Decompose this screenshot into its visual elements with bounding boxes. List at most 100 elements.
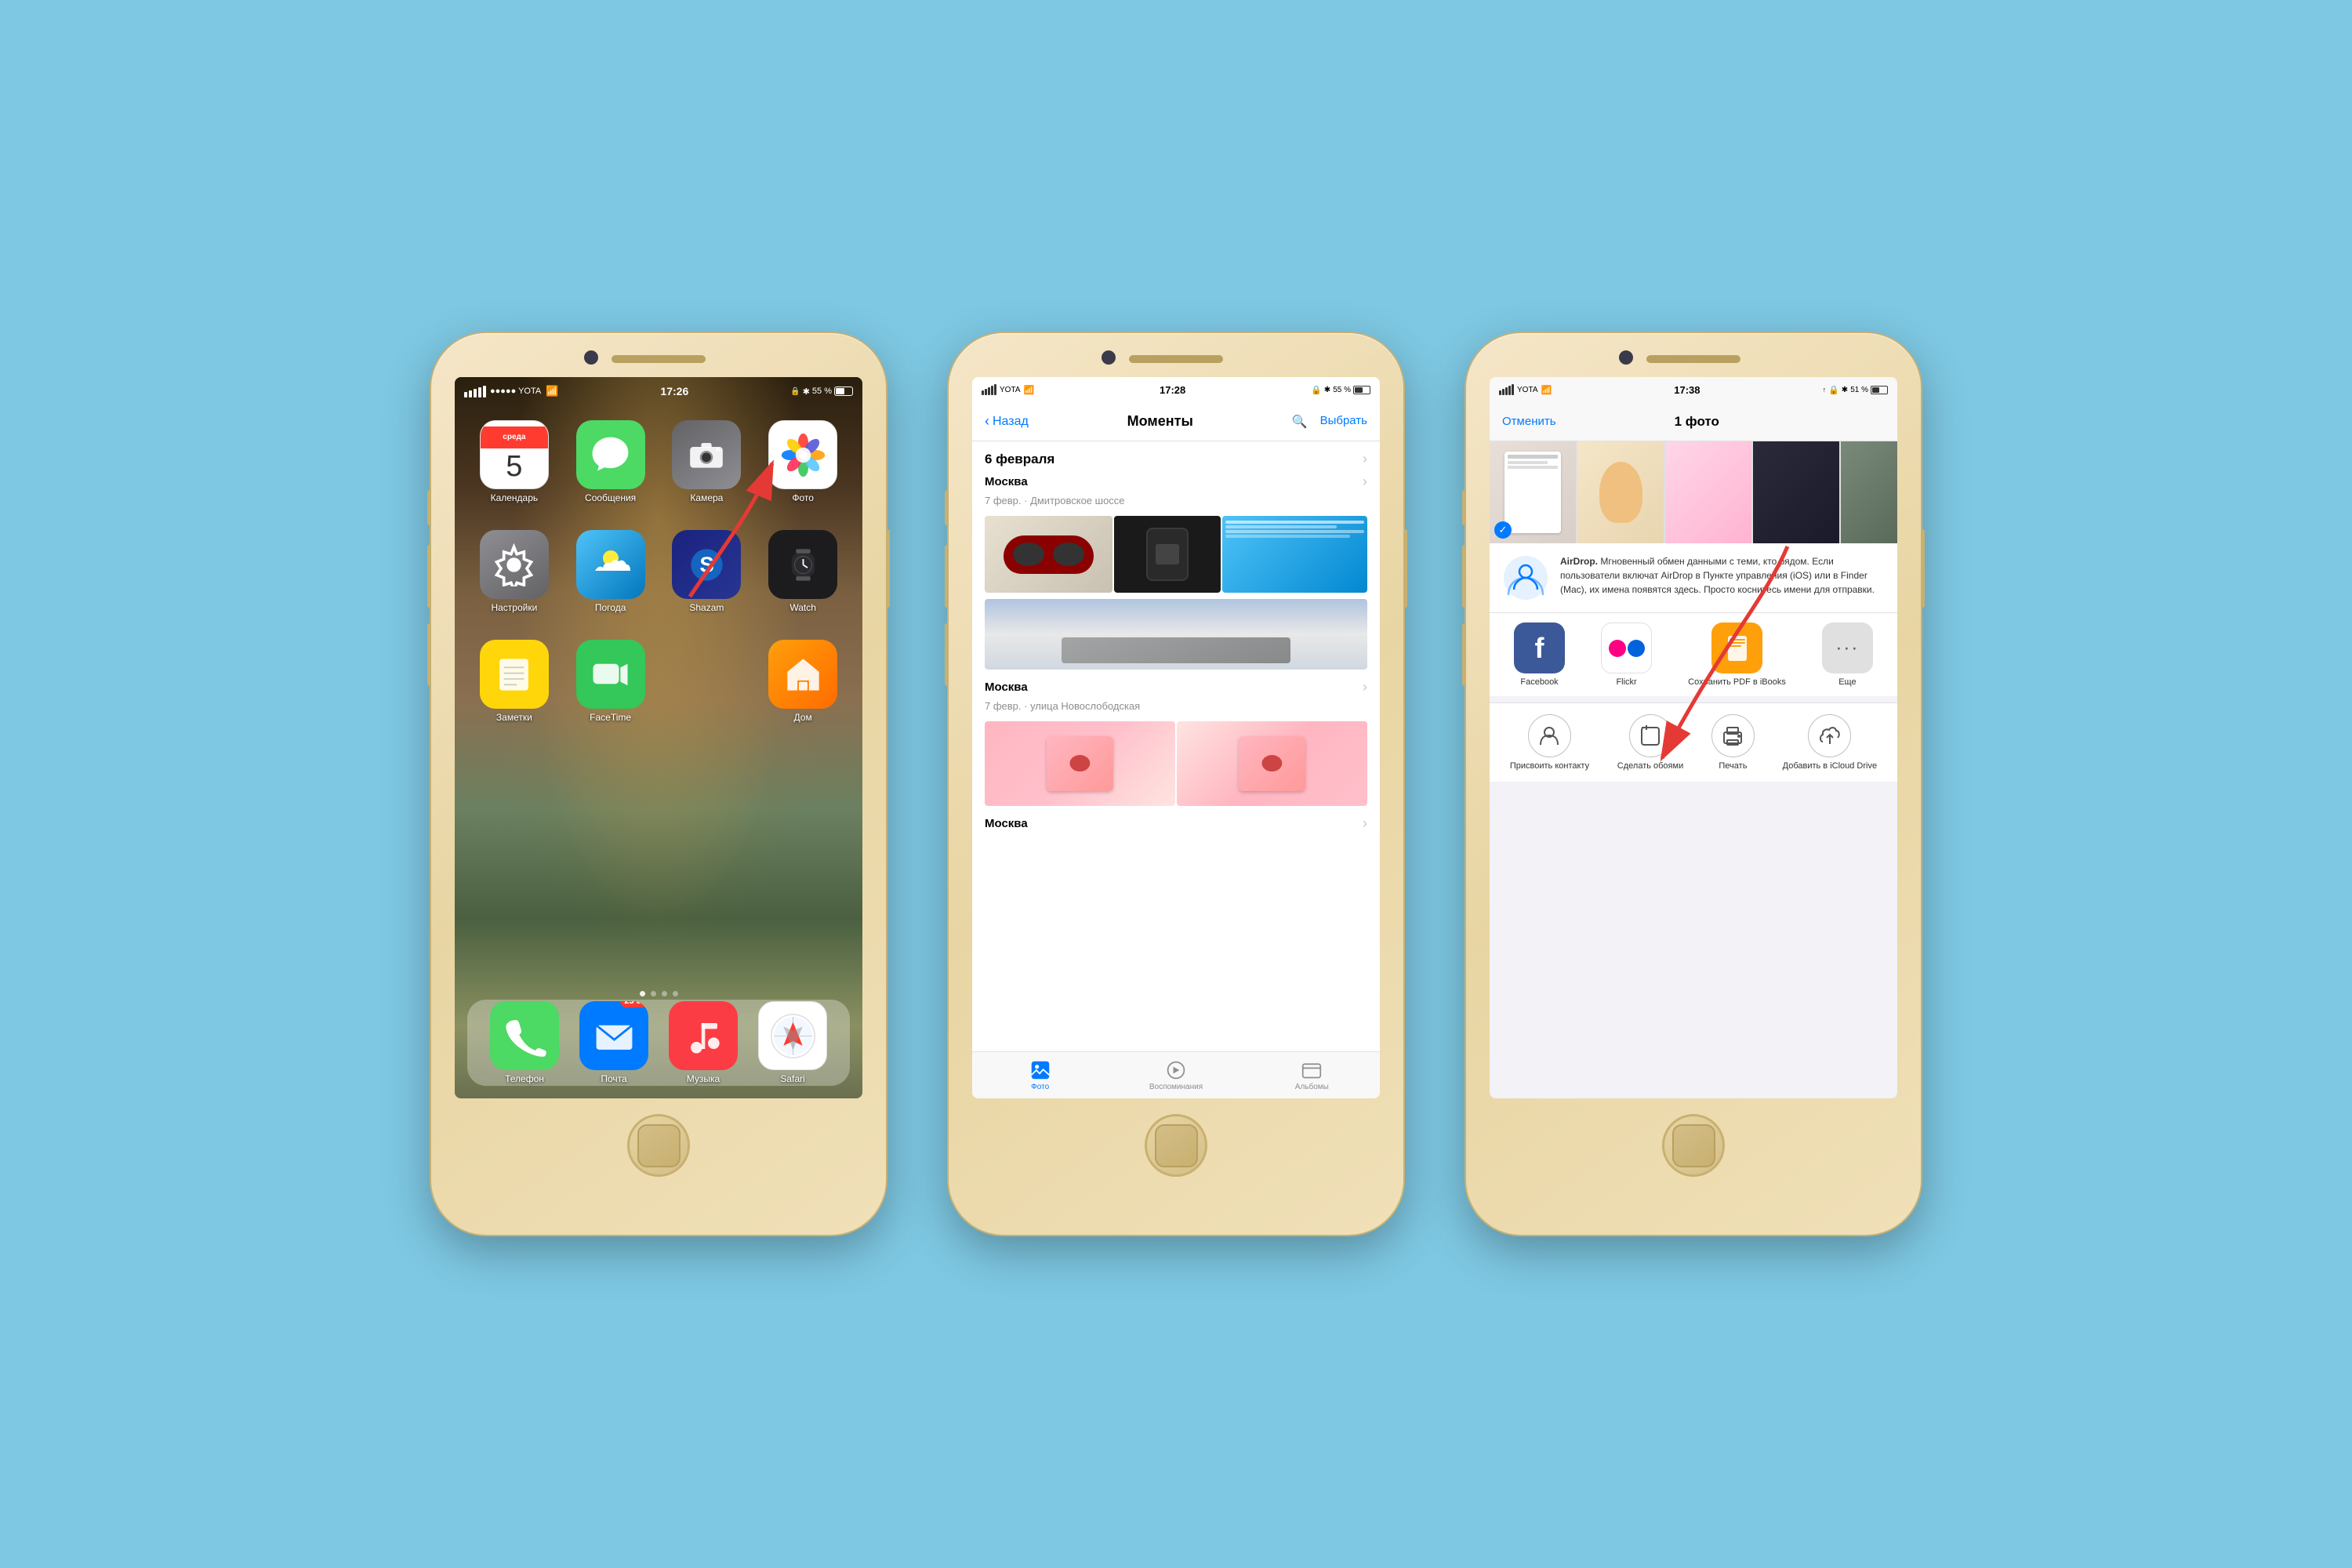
photo-dark-phone[interactable] (1114, 516, 1221, 593)
home-button-inner-1 (637, 1124, 681, 1167)
dock-phone[interactable]: Телефон (490, 1001, 559, 1084)
tab-albums-label: Альбомы (1295, 1083, 1329, 1091)
photo-pink-2[interactable] (1177, 721, 1367, 806)
share-more[interactable]: ··· Еще (1822, 622, 1873, 687)
search-button[interactable]: 🔍 (1292, 414, 1308, 430)
cancel-button[interactable]: Отменить (1502, 415, 1556, 428)
share-preview: ✓ (1490, 441, 1897, 543)
preview-1[interactable]: ✓ (1490, 441, 1576, 543)
location-detail-2: 7 февр. · улица Новослободская (972, 699, 1380, 718)
back-button[interactable]: ‹ Назад (985, 413, 1029, 430)
app-shazam[interactable]: S Shazam (665, 530, 750, 613)
mute-button-3 (1462, 490, 1466, 525)
wallpaper-1: ●●●●● YOTA 📶 17:26 🔒 ✱ 55 % (455, 377, 862, 1098)
more-label: Еще (1838, 677, 1856, 687)
preview-2[interactable] (1577, 441, 1664, 543)
app-settings-label: Настройки (491, 602, 537, 613)
app-home-label: Дом (794, 712, 812, 723)
app-camera[interactable]: Камера (665, 420, 750, 503)
wallpaper-icon (1629, 714, 1672, 757)
share-apps-row: f Facebook Flickr Сохр (1490, 612, 1897, 696)
dock-safari[interactable]: Safari (758, 1001, 827, 1084)
preview-5[interactable] (1841, 441, 1897, 543)
home-button-2[interactable] (1145, 1114, 1207, 1177)
contact-label: Присвоить контакту (1510, 761, 1589, 771)
front-camera-3 (1619, 350, 1633, 365)
icloud-label: Добавить в iCloud Drive (1783, 761, 1877, 771)
photo-vr[interactable] (985, 516, 1112, 593)
app-grid-row1: среда 5 Календарь Сообщения (455, 420, 862, 503)
ibooks-icon (1711, 622, 1762, 673)
app-home[interactable]: Дом (760, 640, 845, 723)
tab-photos-label: Фото (1031, 1083, 1049, 1091)
svg-text:S: S (699, 552, 713, 576)
dock-mail-label: Почта (601, 1073, 626, 1084)
home-button-3[interactable] (1662, 1114, 1725, 1177)
preview-4[interactable] (1753, 441, 1839, 543)
status-bar-phone1: ●●●●● YOTA 📶 17:26 🔒 ✱ 55 % (455, 377, 862, 405)
dock-1: Телефон 25 340 Почта Музыка (467, 1000, 850, 1086)
home-button-inner-3 (1672, 1124, 1715, 1167)
action-contact[interactable]: Присвоить контакту (1510, 714, 1589, 771)
dock-mail[interactable]: 25 340 Почта (579, 1001, 648, 1084)
tab-photos[interactable]: Фото (972, 1060, 1108, 1091)
speaker-2 (1129, 355, 1223, 363)
facebook-icon: f (1514, 622, 1565, 673)
app-weather-label: Погода (595, 602, 626, 613)
app-camera-label: Камера (690, 492, 723, 503)
app-shazam-label: Shazam (689, 602, 724, 613)
dock-phone-label: Телефон (505, 1073, 544, 1084)
mute-button-1 (427, 490, 431, 525)
app-facetime[interactable]: FaceTime (568, 640, 653, 723)
photo-pink-1[interactable] (985, 721, 1175, 806)
app-facetime-label: FaceTime (590, 712, 631, 723)
tab-albums[interactable]: Альбомы (1244, 1060, 1380, 1091)
app-grid-row3: Заметки FaceTime (455, 640, 862, 723)
time-1: 17:26 (660, 385, 688, 397)
photos-app: YOTA 📶 17:28 🔒 ✱ 55 % ‹ Назад (972, 377, 1380, 1098)
print-label: Печать (1719, 761, 1747, 771)
app-photos[interactable]: Фото (760, 420, 845, 503)
mute-button-2 (945, 490, 949, 525)
calendar-day: 5 (506, 450, 522, 484)
action-print[interactable]: Печать (1711, 714, 1755, 771)
tab-memories-label: Воспоминания (1149, 1083, 1203, 1091)
nav-actions: 🔍 Выбрать (1292, 414, 1367, 430)
airdrop-section: AirDrop. Мгновенный обмен данными с теми… (1490, 543, 1897, 612)
dock-music[interactable]: Музыка (669, 1001, 738, 1084)
share-nav: Отменить 1 фото (1490, 402, 1897, 441)
preview-3[interactable] (1665, 441, 1751, 543)
tab-memories[interactable]: Воспоминания (1108, 1060, 1243, 1091)
app-watch-label: Watch (789, 602, 816, 613)
home-button-inner-2 (1155, 1124, 1198, 1167)
time-3: 17:38 (1674, 384, 1700, 396)
share-facebook[interactable]: f Facebook (1514, 622, 1565, 687)
ibooks-label: Сохранить PDF в iBooks (1688, 677, 1786, 687)
app-watch[interactable]: Watch (760, 530, 845, 613)
home-button-1[interactable] (627, 1114, 690, 1177)
app-messages[interactable]: Сообщения (568, 420, 653, 503)
select-button[interactable]: Выбрать (1320, 414, 1367, 430)
action-wallpaper[interactable]: Сделать обоями (1617, 714, 1683, 771)
flickr-label: Flickr (1616, 677, 1636, 687)
mail-badge: 25 340 (620, 1001, 648, 1007)
battery-2: 55 % (1333, 386, 1351, 394)
contact-icon (1528, 714, 1571, 757)
app-weather[interactable]: Погода (568, 530, 653, 613)
battery-1: 55 % (812, 387, 832, 396)
speaker-3 (1646, 355, 1740, 363)
app-grid-row2: Настройки Погода S Shazam (455, 530, 862, 613)
app-settings[interactable]: Настройки (472, 530, 557, 613)
app-notes[interactable]: Заметки (472, 640, 557, 723)
share-flickr[interactable]: Flickr (1601, 622, 1652, 687)
photo-text[interactable] (1222, 516, 1367, 593)
share-ibooks[interactable]: Сохранить PDF в iBooks (1688, 622, 1786, 687)
time-2: 17:28 (1160, 384, 1185, 396)
carrier-2: YOTA (1000, 386, 1020, 394)
app-calendar[interactable]: среда 5 Календарь (472, 420, 557, 503)
battery-3: 51 % (1850, 386, 1868, 394)
action-icloud[interactable]: Добавить в iCloud Drive (1783, 714, 1877, 771)
status-bar-3: YOTA 📶 17:38 ↑ 🔒 ✱ 51 % (1490, 377, 1897, 402)
photo-grid-2 (972, 718, 1380, 812)
photo-snow[interactable] (985, 599, 1367, 670)
